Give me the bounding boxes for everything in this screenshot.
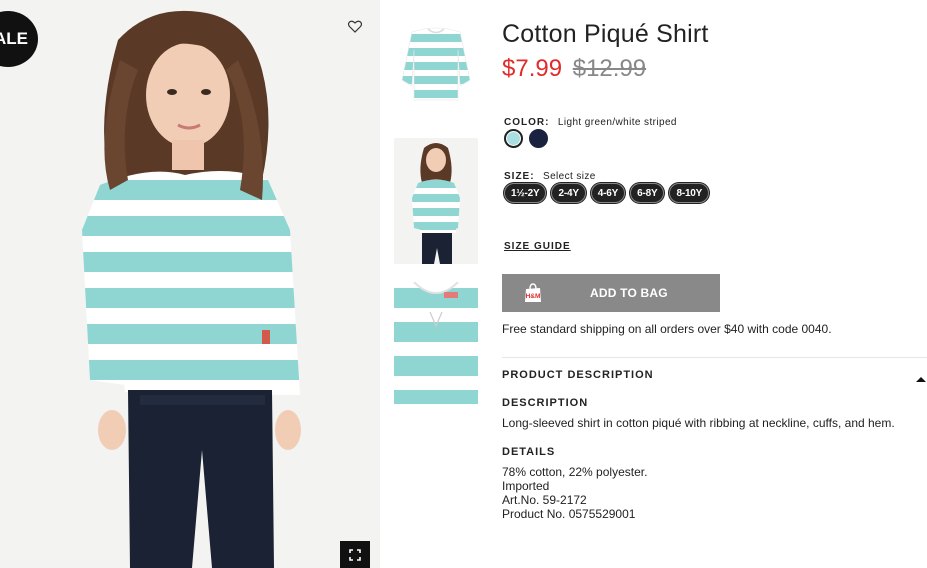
divider (502, 357, 927, 358)
color-swatch-light-green[interactable] (504, 129, 523, 148)
shipping-note: Free standard shipping on all orders ove… (502, 322, 832, 336)
thumbnail-model[interactable] (394, 138, 478, 264)
size-option-2-4y[interactable]: 2-4Y (551, 183, 586, 203)
shirt-front-image (394, 20, 478, 106)
size-option-8-10y[interactable]: 8-10Y (669, 183, 710, 203)
shirt-detail-image (394, 282, 478, 404)
size-selector-label: SIZE: Select size (504, 166, 596, 184)
sale-price: $7.99 (502, 55, 563, 82)
hm-shopping-bag-icon: H&M (520, 280, 546, 306)
price-row: $7.99 $12.99 (502, 55, 646, 83)
color-selector-label: COLOR: Light green/white striped (504, 112, 677, 130)
size-option-4-6y[interactable]: 4-6Y (590, 183, 626, 203)
model-photo (0, 0, 380, 568)
expand-icon (349, 548, 361, 561)
size-option-1-5-2y[interactable]: 1½-2Y (504, 183, 547, 203)
details-line-origin: Imported (502, 479, 550, 493)
zoom-button[interactable] (340, 541, 370, 568)
collapse-toggle[interactable] (915, 371, 927, 382)
product-title: Cotton Piqué Shirt (502, 20, 709, 48)
add-to-bag-button[interactable]: H&M ADD TO BAG (502, 274, 720, 312)
product-description-header[interactable]: PRODUCT DESCRIPTION (502, 369, 654, 381)
size-option-6-8y[interactable]: 6-8Y (630, 183, 665, 203)
main-product-image[interactable] (0, 0, 380, 568)
size-options: 1½-2Y 2-4Y 4-6Y 6-8Y 8-10Y (504, 183, 710, 203)
thumbnail-detail[interactable] (394, 282, 478, 404)
size-label: SIZE: (504, 171, 535, 182)
caret-up-icon (916, 377, 926, 382)
size-value: Select size (543, 171, 596, 182)
thumbnail-product-front[interactable] (394, 20, 478, 106)
details-line-composition: 78% cotton, 22% polyester. (502, 465, 648, 479)
description-heading: DESCRIPTION (502, 397, 589, 409)
heart-icon (348, 20, 362, 33)
details-heading: DETAILS (502, 446, 556, 458)
color-value: Light green/white striped (557, 117, 677, 128)
color-label: COLOR: (504, 117, 550, 128)
sale-badge-text: ALE (0, 29, 28, 48)
add-to-bag-label: ADD TO BAG (590, 286, 668, 300)
svg-text:H&M: H&M (526, 293, 541, 300)
color-swatch-dark-blue[interactable] (529, 129, 548, 148)
original-price: $12.99 (572, 55, 647, 82)
details-line-article-number: Art.No. 59-2172 (502, 493, 587, 507)
model-thumbnail-image (394, 138, 478, 264)
description-text: Long-sleeved shirt in cotton piqué with … (502, 416, 895, 430)
favorite-button[interactable] (345, 16, 365, 36)
size-guide-link[interactable]: SIZE GUIDE (504, 241, 571, 252)
details-line-product-number: Product No. 0575529001 (502, 507, 636, 521)
